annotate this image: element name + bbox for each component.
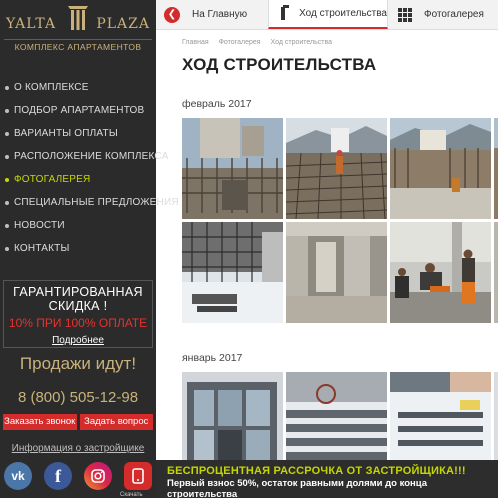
construction-photo-image [494, 222, 498, 323]
nav-item-label: ВАРИАНТЫ ОПЛАТЫ [14, 128, 118, 139]
construction-photo-image [390, 372, 491, 473]
download-icon[interactable] [124, 462, 152, 490]
page-title: ХОД СТРОИТЕЛЬСТВА [182, 55, 377, 74]
construction-photo-image [390, 118, 491, 219]
gallery-photo-cropped[interactable] [494, 372, 498, 473]
nav-item-about[interactable]: О КОМПЛЕКСЕ [0, 76, 156, 99]
construction-photo-image [182, 118, 283, 219]
promo-title: ГАРАНТИРОВАННАЯ СКИДКА ! [13, 285, 143, 313]
nav-item-location[interactable]: РАСПОЛОЖЕНИЕ КОМПЛЕКСА [0, 145, 168, 168]
bullet-icon [5, 154, 9, 159]
construction-photo-image [182, 372, 283, 473]
gallery-photo[interactable] [286, 222, 387, 323]
sales-status: Продажи идут! [19, 354, 137, 373]
contact-buttons: Заказать звонок Задать вопрос [3, 414, 153, 430]
construction-photo-image [286, 222, 387, 323]
nav-item-offers[interactable]: СПЕЦИАЛЬНЫЕ ПРЕДЛОЖЕНИЯ [0, 191, 179, 214]
construction-photo-image [286, 372, 387, 473]
sidebar: YALTA PLAZA КОМПЛЕКС АПАРТАМЕНТОВ О КОМП… [0, 0, 179, 498]
bullet-icon [5, 223, 9, 228]
month-heading-jan: январь 2017 [182, 352, 243, 364]
gallery-photo-cropped[interactable] [494, 118, 498, 219]
logo-subtitle: КОМПЛЕКС АПАРТАМЕНТОВ [4, 39, 152, 52]
banner-title: БЕСПРОЦЕНТНАЯ РАССРОЧКА ОТ ЗАСТРОЙЩИКА!!… [167, 465, 466, 477]
gallery-photo[interactable] [390, 222, 491, 323]
tab-home[interactable]: ❮ На Главную [156, 0, 268, 29]
bullet-icon [5, 108, 9, 113]
gallery-photo[interactable] [182, 118, 283, 219]
nav-item-news[interactable]: НОВОСТИ [0, 214, 156, 237]
month-heading-feb: февраль 2017 [182, 98, 252, 110]
promo-more-link[interactable]: Подробнее [52, 335, 104, 346]
bullet-icon [5, 200, 9, 205]
main-nav: О КОМПЛЕКСЕ ПОДБОР АПАРТАМЕНТОВ ВАРИАНТЫ… [0, 76, 179, 260]
tab-construction-progress[interactable]: Ход строительства [268, 0, 388, 29]
promo-offer: 10% ПРИ 100% ОПЛАТЕ [8, 316, 148, 330]
discount-promo: ГАРАНТИРОВАННАЯ СКИДКА ! 10% ПРИ 100% ОП… [3, 280, 153, 348]
social-links: vk f [4, 462, 152, 490]
vk-icon[interactable]: vk [4, 462, 32, 490]
breadcrumb: Главная Фотогалерея Ход строительства [182, 39, 340, 46]
main-content: Главная Фотогалерея Ход строительства ХО… [156, 30, 498, 498]
top-bar: ❮ На Главную Ход строительства Фотогалер… [156, 0, 498, 30]
gallery-photo[interactable] [286, 118, 387, 219]
gallery-photo[interactable] [390, 372, 491, 473]
breadcrumb-current: Ход строительства [270, 39, 333, 46]
tab-gallery[interactable]: Фотогалерея [388, 0, 484, 29]
gallery-photo[interactable] [390, 118, 491, 219]
phone-glyph [132, 468, 144, 484]
phone-number[interactable]: 8 (800) 505-12-98 [0, 389, 156, 406]
instagram-glyph [91, 469, 105, 483]
installment-banner[interactable]: БЕСПРОЦЕНТНАЯ РАССРОЧКА ОТ ЗАСТРОЙЩИКА!!… [156, 460, 498, 498]
construction-photo-image [494, 118, 498, 219]
nav-item-contacts[interactable]: КОНТАКТЫ [0, 237, 156, 260]
bullet-icon [5, 131, 9, 136]
gallery-photo[interactable] [286, 372, 387, 473]
logo[interactable]: YALTA PLAZA КОМПЛЕКС АПАРТАМЕНТОВ [4, 4, 152, 56]
breadcrumb-gallery[interactable]: Фотогалерея [219, 39, 261, 46]
nav-item-payment[interactable]: ВАРИАНТЫ ОПЛАТЫ [0, 122, 156, 145]
nav-item-label: РАСПОЛОЖЕНИЕ КОМПЛЕКСА [14, 151, 169, 162]
bullet-icon [5, 85, 9, 90]
tab-gallery-label: Фотогалерея [424, 9, 484, 20]
tab-home-label: На Главную [192, 9, 248, 20]
nav-item-label: О КОМПЛЕКСЕ [14, 82, 89, 93]
breadcrumb-home[interactable]: Главная [182, 39, 209, 46]
ask-question-button[interactable]: Задать вопрос [79, 414, 153, 430]
nav-item-label: ФОТОГАЛЕРЕЯ [14, 174, 91, 185]
construction-photo-image [182, 222, 283, 323]
construction-photo-image [494, 372, 498, 473]
construction-photo-image [286, 118, 387, 219]
grid-icon [398, 7, 412, 22]
clipboard-icon [281, 5, 290, 20]
back-arrow-icon: ❮ [164, 6, 180, 23]
nav-item-gallery[interactable]: ФОТОГАЛЕРЕЯ [0, 168, 156, 191]
nav-item-label: КОНТАКТЫ [14, 243, 70, 254]
bullet-icon [5, 246, 9, 251]
tab-progress-label: Ход строительства [299, 8, 387, 19]
bullet-icon [5, 177, 9, 182]
download-caption: Скачать [120, 492, 143, 498]
construction-photo-image [390, 222, 491, 323]
logo-word-left: YALTA [6, 16, 57, 32]
logo-columns-icon [68, 6, 88, 30]
nav-item-label: НОВОСТИ [14, 220, 65, 231]
gallery-photo-cropped[interactable] [494, 222, 498, 323]
gallery-photo[interactable] [182, 372, 283, 473]
nav-item-apartments[interactable]: ПОДБОР АПАРТАМЕНТОВ [0, 99, 156, 122]
order-call-button[interactable]: Заказать звонок [3, 414, 77, 430]
nav-item-label: СПЕЦИАЛЬНЫЕ ПРЕДЛОЖЕНИЯ [14, 197, 179, 208]
facebook-icon[interactable]: f [44, 462, 72, 490]
developer-info-link[interactable]: Информация о застройщике [0, 443, 156, 454]
nav-item-label: ПОДБОР АПАРТАМЕНТОВ [14, 105, 145, 116]
logo-word-right: PLAZA [96, 16, 150, 32]
instagram-icon[interactable] [84, 462, 112, 490]
banner-text: Первый взнос 50%, остаток равными долями… [167, 478, 428, 498]
gallery-photo[interactable] [182, 222, 283, 323]
